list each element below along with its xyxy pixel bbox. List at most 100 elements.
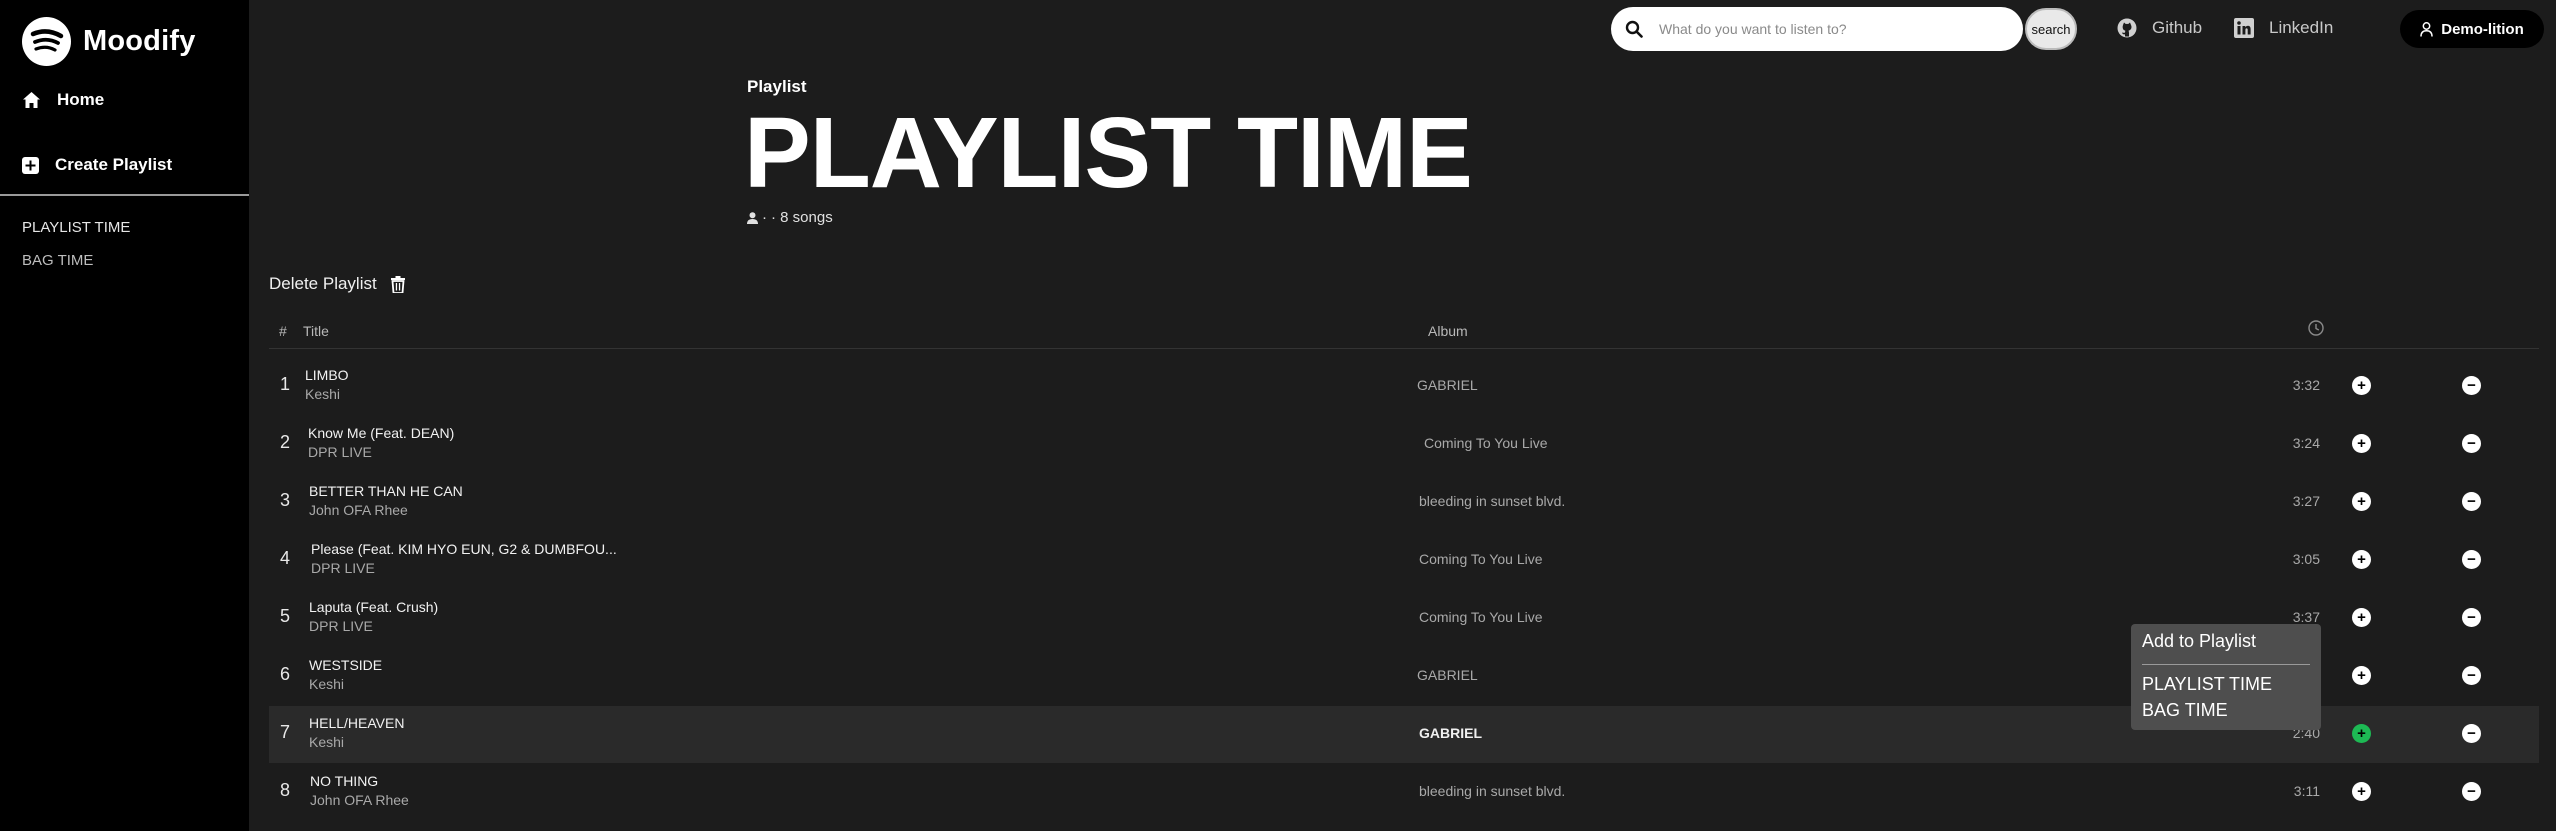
track-artist[interactable]: Keshi [309,676,344,692]
track-title: BETTER THAN HE CAN [309,483,463,499]
add-to-playlist-button[interactable]: + [2352,666,2371,685]
search-bar [1611,7,2023,51]
playlist-kicker: Playlist [747,77,807,96]
column-header-album: Album [1428,323,1468,339]
track-album[interactable]: GABRIEL [1417,667,1478,683]
track-number: 4 [280,548,291,568]
remove-from-playlist-button[interactable]: − [2462,434,2481,453]
meta-owner: · [762,209,767,226]
remove-from-playlist-button[interactable]: − [2462,724,2481,743]
sidebar-playlist-item[interactable]: PLAYLIST TIME [22,219,130,236]
remove-from-playlist-button[interactable]: − [2462,492,2481,511]
search-button[interactable]: search [2025,8,2077,50]
table-row[interactable]: 3 BETTER THAN HE CAN John OFA Rhee bleed… [269,474,2539,531]
track-artist[interactable]: Keshi [305,386,340,402]
menu-divider [2142,664,2310,665]
table-row[interactable]: 4 Please (Feat. KIM HYO EUN, G2 & DUMBFO… [269,532,2539,589]
page-title: PLAYLIST TIME [744,97,1473,209]
track-artist[interactable]: DPR LIVE [311,560,375,576]
table-header-divider [269,348,2539,349]
track-title: Laputa (Feat. Crush) [309,599,439,615]
column-header-number: # [279,323,287,339]
track-artist[interactable]: DPR LIVE [309,618,373,634]
trash-icon [390,275,405,293]
add-to-playlist-menu: Add to Playlist PLAYLIST TIME BAG TIME [2131,624,2321,730]
nav-create-label: Create Playlist [55,155,173,174]
table-row[interactable]: 1 LIMBO Keshi GABRIEL 3:32 + − [269,358,2539,415]
user-name: Demo-lition [2441,20,2524,38]
sidebar-divider [0,194,249,196]
menu-title: Add to Playlist [2142,631,2257,651]
track-number: 2 [280,432,291,452]
track-number: 8 [280,780,291,800]
track-title: WESTSIDE [309,657,383,673]
track-album[interactable]: Coming To You Live [1424,435,1548,451]
app-logo[interactable]: Moodify [22,17,196,66]
table-row[interactable]: 8 NO THING John OFA Rhee bleeding in sun… [269,764,2539,821]
track-artist[interactable]: Keshi [309,734,344,750]
add-to-playlist-button[interactable]: + [2352,608,2371,627]
track-title: NO THING [310,773,379,789]
track-number: 1 [280,374,291,394]
add-to-playlist-button[interactable]: + [2352,492,2371,511]
track-number: 5 [280,606,291,626]
nav-home-label: Home [57,90,105,109]
github-icon [2117,18,2137,38]
sidebar-playlist-item[interactable]: BAG TIME [22,252,93,269]
track-album[interactable]: bleeding in sunset blvd. [1419,493,1565,509]
track-duration: 3:27 [2292,493,2320,509]
linkedin-link[interactable]: LinkedIn [2234,18,2333,38]
github-label: Github [2152,18,2203,37]
track-album[interactable]: GABRIEL [1417,377,1478,393]
menu-item-playlist[interactable]: BAG TIME [2142,700,2228,721]
column-header-title: Title [303,323,329,339]
track-number: 6 [280,664,291,684]
remove-from-playlist-button[interactable]: − [2462,782,2481,801]
add-to-playlist-button[interactable]: + [2352,434,2371,453]
app-name: Moodify [83,25,196,57]
track-duration: 3:37 [2292,609,2320,625]
add-to-playlist-button[interactable]: + [2352,782,2371,801]
nav-create-playlist[interactable]: Create Playlist [22,155,172,175]
github-link[interactable]: Github [2117,18,2202,38]
delete-playlist-label: Delete Playlist [269,274,377,293]
linkedin-icon [2234,18,2254,38]
remove-from-playlist-button[interactable]: − [2462,666,2481,685]
track-album[interactable]: bleeding in sunset blvd. [1419,783,1565,799]
search-input[interactable] [1659,21,1989,37]
menu-item-playlist[interactable]: PLAYLIST TIME [2142,674,2272,695]
track-number: 7 [280,722,291,742]
delete-playlist-button[interactable]: Delete Playlist [269,274,405,294]
user-icon [747,211,758,224]
track-album[interactable]: Coming To You Live [1419,551,1543,567]
track-title: Please (Feat. KIM HYO EUN, G2 & DUMBFOU.… [311,541,617,557]
track-title: HELL/HEAVEN [309,715,405,731]
spotify-logo-icon [22,17,71,66]
track-duration: 3:11 [2293,783,2320,799]
remove-from-playlist-button[interactable]: − [2462,376,2481,395]
add-to-playlist-button[interactable]: + [2352,550,2371,569]
track-artist[interactable]: John OFA Rhee [310,792,409,808]
track-number: 3 [280,490,291,510]
track-artist[interactable]: John OFA Rhee [309,502,408,518]
remove-from-playlist-button[interactable]: − [2462,608,2481,627]
track-title: LIMBO [305,367,349,383]
plus-square-icon [22,156,39,174]
track-album[interactable]: Coming To You Live [1419,609,1543,625]
remove-from-playlist-button[interactable]: − [2462,550,2481,569]
track-album[interactable]: GABRIEL [1419,725,1482,741]
linkedin-label: LinkedIn [2269,18,2334,37]
user-menu-button[interactable]: Demo-lition [2400,10,2544,48]
user-icon [2420,21,2433,37]
nav-home[interactable]: Home [22,90,104,110]
add-to-playlist-button[interactable]: + [2352,376,2371,395]
add-to-playlist-button[interactable]: + [2352,724,2371,743]
clock-icon [2308,320,2324,339]
home-icon [23,92,40,108]
track-artist[interactable]: DPR LIVE [308,444,372,460]
search-icon [1625,20,1643,38]
track-duration: 3:05 [2292,551,2320,567]
track-title: Know Me (Feat. DEAN) [308,425,455,441]
track-duration: 3:32 [2292,377,2320,393]
table-row[interactable]: 2 Know Me (Feat. DEAN) DPR LIVE Coming T… [269,416,2539,473]
